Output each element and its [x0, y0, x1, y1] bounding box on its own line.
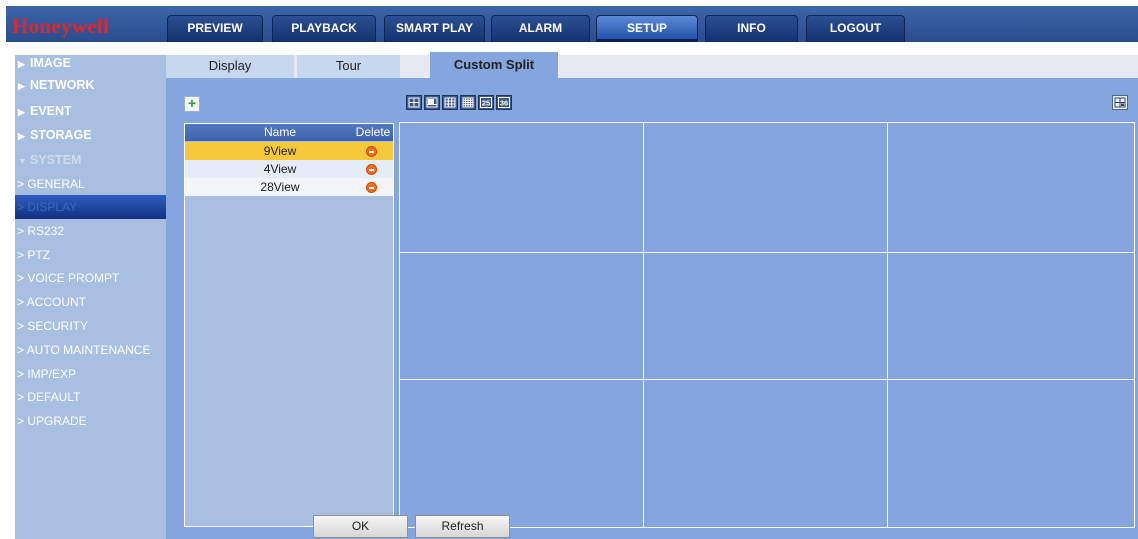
- column-header-delete: Delete: [355, 125, 391, 139]
- split-cell[interactable]: [400, 253, 644, 380]
- sidebar-item-label: IMAGE: [30, 56, 71, 70]
- sidebar-subitem-auto-maintenance[interactable]: > AUTO MAINTENANCE: [15, 338, 166, 362]
- setup-sidebar: ▶ IMAGE ▶ NETWORK ▶ EVENT ▶ STORAGE ▼ SYSTEM …: [15, 55, 166, 436]
- split-6-icon: [426, 97, 438, 108]
- split-list-row[interactable]: 28View: [185, 178, 393, 196]
- split-16-icon: [462, 97, 474, 108]
- refresh-button[interactable]: Refresh: [415, 515, 510, 538]
- split-name: 4View: [263, 162, 297, 176]
- sidebar-item-label: SYSTEM: [30, 153, 82, 167]
- split-25-button[interactable]: 25: [478, 95, 494, 110]
- delete-icon[interactable]: [366, 164, 377, 175]
- split-4-button[interactable]: [406, 95, 422, 110]
- sidebar-subitem-rs232[interactable]: > RS232: [15, 219, 166, 243]
- triangle-down-icon: ▼: [18, 156, 27, 166]
- triangle-right-icon: ▶: [18, 81, 25, 91]
- sidebar-subitem-voice-prompt[interactable]: > VOICE PROMPT: [15, 266, 166, 290]
- delete-icon[interactable]: [366, 146, 377, 157]
- nav-setup[interactable]: SETUP: [596, 15, 698, 42]
- sidebar-subitem-display[interactable]: > DISPLAY: [15, 195, 166, 219]
- sidebar-item-image[interactable]: ▶ IMAGE: [15, 51, 166, 75]
- sidebar-subitem-imp-exp[interactable]: > IMP/EXP: [15, 362, 166, 386]
- sidebar-subitem-security[interactable]: > SECURITY: [15, 314, 166, 338]
- split-36-icon: 36: [498, 97, 510, 108]
- split-list-header: Name Delete: [185, 124, 393, 141]
- split-cell[interactable]: [888, 253, 1134, 380]
- split-4-icon: [408, 97, 420, 108]
- split-list-row[interactable]: 4View: [185, 160, 393, 178]
- nav-info[interactable]: INFO: [705, 15, 798, 42]
- ok-button[interactable]: OK: [313, 515, 408, 538]
- sidebar-bottom-fill: [15, 436, 166, 539]
- sidebar-item-network[interactable]: ▶ NETWORK: [15, 75, 166, 95]
- plus-icon: +: [187, 95, 197, 111]
- split-cell[interactable]: [400, 380, 644, 527]
- split-cell[interactable]: [888, 123, 1134, 253]
- tab-custom-split[interactable]: Custom Split: [430, 52, 558, 79]
- sidebar-item-label: NETWORK: [30, 78, 95, 92]
- sidebar-item-system[interactable]: ▼ SYSTEM: [15, 148, 166, 172]
- split-9-icon: [444, 97, 456, 108]
- content-area: Display Tour Custom Split + 25 36 Name D…: [166, 52, 1138, 539]
- fit-view-button[interactable]: [1112, 95, 1128, 110]
- tab-strip: Display Tour Custom Split: [166, 52, 1138, 79]
- split-cell[interactable]: [644, 380, 888, 527]
- nav-alarm[interactable]: ALARM: [491, 15, 590, 42]
- split-16-button[interactable]: [460, 95, 476, 110]
- split-list-panel: Name Delete 9View 4View 28View: [184, 123, 394, 527]
- nav-preview[interactable]: PREVIEW: [167, 15, 263, 42]
- tab-tour[interactable]: Tour: [297, 55, 400, 78]
- sidebar-item-label: EVENT: [30, 104, 72, 118]
- sidebar-subitem-default[interactable]: > DEFAULT: [15, 385, 166, 409]
- top-nav-bar: Honeywell PREVIEW PLAYBACK SMART PLAY AL…: [6, 6, 1138, 42]
- sidebar-item-event[interactable]: ▶ EVENT: [15, 99, 166, 123]
- nav-logout[interactable]: LOGOUT: [806, 15, 905, 42]
- nav-smart-play[interactable]: SMART PLAY: [384, 15, 485, 42]
- split-name: 9View: [263, 144, 297, 158]
- tab-display[interactable]: Display: [166, 55, 294, 78]
- sidebar-subitem-account[interactable]: > ACCOUNT: [15, 290, 166, 314]
- triangle-right-icon: ▶: [18, 107, 25, 117]
- split-cell[interactable]: [644, 123, 888, 253]
- split-preview-grid[interactable]: [399, 122, 1135, 528]
- triangle-right-icon: ▶: [18, 131, 25, 141]
- app-root: Honeywell PREVIEW PLAYBACK SMART PLAY AL…: [0, 0, 1138, 539]
- split-name: 28View: [260, 180, 300, 194]
- fit-view-icon: [1114, 97, 1126, 108]
- split-6-button[interactable]: [424, 95, 440, 110]
- split-25-icon: 25: [480, 97, 492, 108]
- add-split-button[interactable]: +: [184, 96, 200, 112]
- sidebar-subitem-general[interactable]: > GENERAL: [15, 172, 166, 196]
- split-9-button[interactable]: [442, 95, 458, 110]
- column-header-name: Name: [263, 125, 296, 139]
- split-list-row[interactable]: 9View: [185, 142, 393, 160]
- split-cell[interactable]: [644, 253, 888, 380]
- delete-icon[interactable]: [366, 182, 377, 193]
- sidebar-subitem-upgrade[interactable]: > UPGRADE: [15, 409, 166, 433]
- triangle-right-icon: ▶: [18, 59, 25, 69]
- brand-logo: Honeywell: [12, 14, 110, 38]
- sidebar-item-label: STORAGE: [30, 128, 92, 142]
- split-cell[interactable]: [888, 380, 1134, 527]
- split-36-button[interactable]: 36: [496, 95, 512, 110]
- split-36-label: 36: [500, 99, 508, 108]
- split-cell[interactable]: [400, 123, 644, 253]
- nav-playback[interactable]: PLAYBACK: [272, 15, 376, 42]
- split-25-label: 25: [482, 99, 490, 108]
- sidebar-item-storage[interactable]: ▶ STORAGE: [15, 123, 166, 147]
- sidebar-subitem-ptz[interactable]: > PTZ: [15, 243, 166, 267]
